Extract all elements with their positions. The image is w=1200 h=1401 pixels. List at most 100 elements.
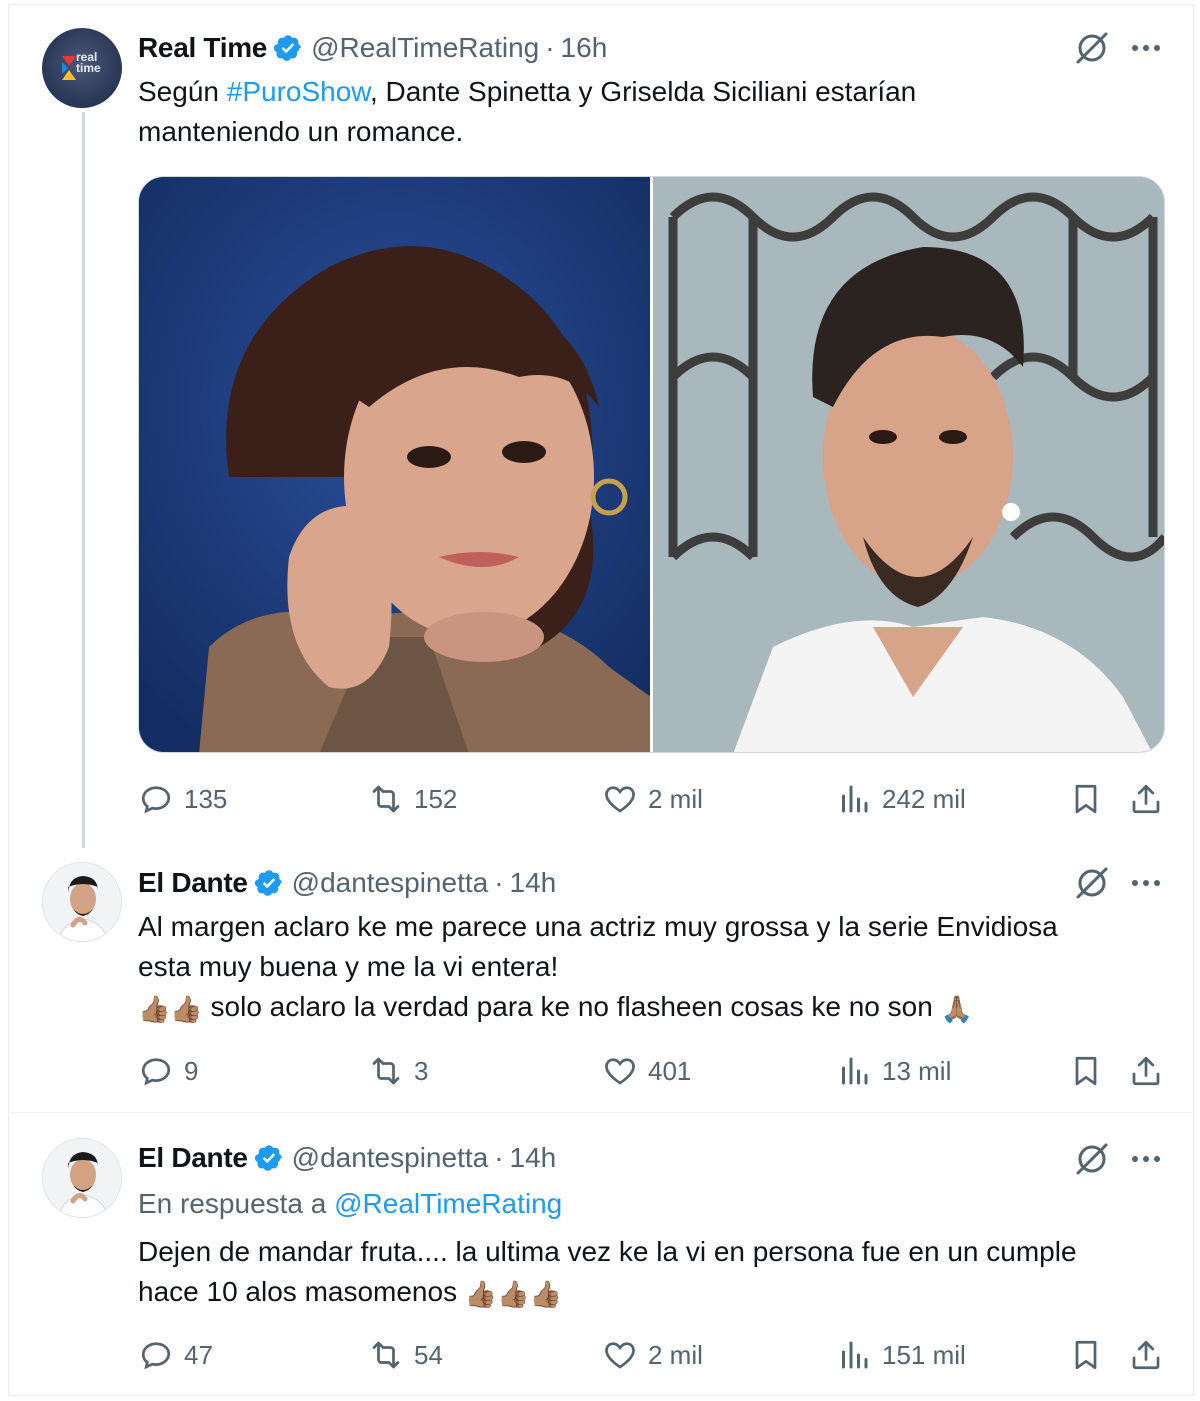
realtime-logo-icon [62,56,76,80]
thumbs-up-icon: 👍🏽 [138,994,171,1024]
reply-button[interactable]: 47 [138,1333,213,1377]
grok-icon[interactable] [1072,1139,1112,1179]
reply-icon [141,786,171,814]
hashtag-link[interactable]: #PuroShow [227,76,370,107]
separator-dot: · [494,1142,504,1173]
tweet-text: Al margen aclaro ke me parece una actriz… [138,907,1168,1029]
tweet-actions: 9 3 401 13 mil [0,1049,1200,1093]
views-count: 242 mil [882,783,966,814]
retweet-button[interactable]: 3 [368,1049,428,1093]
author-name[interactable]: El Dante [138,1142,248,1174]
views-button[interactable]: 151 mil [836,1333,966,1377]
reply-count: 135 [184,783,228,814]
views-icon [842,1341,868,1369]
reply-to-mention[interactable]: @RealTimeRating [334,1188,562,1219]
tweet-divider [10,1112,1192,1113]
author-handle[interactable]: @dantespinetta [292,1142,489,1174]
reply-to-label: En respuesta a [138,1188,335,1219]
bookmark-icon[interactable] [1068,781,1104,817]
photo-man[interactable] [653,177,1164,752]
grok-icon[interactable] [1072,28,1112,68]
tweet-media[interactable] [138,176,1165,753]
tweet-text-line-3: 👍🏽👍🏽 solo aclaro la verdad para ke no fl… [138,987,1168,1029]
woman-portrait-illustration [139,177,650,752]
reply-icon [141,1058,171,1086]
more-icon[interactable] [1126,863,1166,903]
like-icon [605,1342,635,1369]
tweet-actions: 47 54 2 mil 151 mil [0,1333,1200,1377]
reply-button[interactable]: 9 [138,1049,198,1093]
views-button[interactable]: 242 mil [836,777,966,821]
timestamp[interactable]: 14h [510,1142,557,1174]
retweet-count: 152 [414,783,458,814]
text-fragment: solo aclaro la verdad para ke no flashee… [210,991,933,1022]
folded-hands-icon: 🙏🏽 [940,994,973,1024]
like-icon [605,1058,635,1085]
views-icon [842,1057,868,1085]
reply-context: En respuesta a @RealTimeRating [138,1184,1168,1224]
tweet-header: El Dante @dantespinetta · 14h [138,1138,556,1178]
separator-dot: · [545,32,555,63]
avatar[interactable] [42,1138,122,1218]
tweet-text-line-1: Dejen de mandar fruta.... la ultima vez … [138,1236,1077,1267]
photo-woman[interactable] [139,177,650,752]
bookmark-icon[interactable] [1068,1337,1104,1373]
reply-icon [141,1342,171,1370]
text-fragment: Según [138,76,227,107]
more-icon[interactable] [1126,28,1166,68]
text-fragment: , Dante Spinetta y Griselda Siciliani es… [369,76,917,107]
retweet-button[interactable]: 54 [368,1333,443,1377]
thumbs-up-icon: 👍🏽 [497,1279,530,1309]
retweet-count: 3 [414,1055,429,1086]
share-icon[interactable] [1128,1337,1164,1373]
thumbs-up-icon: 👍🏽 [170,994,203,1024]
dante-avatar-illustration [43,1139,121,1217]
retweet-button[interactable]: 152 [368,777,457,821]
avatar[interactable] [42,862,122,942]
like-button[interactable]: 401 [602,1049,691,1093]
tweet-text-line-2: esta muy buena y me la vi entera! [138,951,559,982]
share-icon[interactable] [1128,781,1164,817]
reply-count: 9 [184,1055,199,1086]
like-count: 2 mil [648,783,703,814]
more-icon[interactable] [1126,1139,1166,1179]
thumbs-up-icon: 👍🏽 [464,1279,498,1309]
dante-avatar-illustration [43,863,121,941]
bookmark-icon[interactable] [1068,1053,1104,1089]
reply-button[interactable]: 135 [138,777,227,821]
like-icon [605,786,635,813]
verified-badge-icon [274,35,301,61]
share-icon[interactable] [1128,1053,1164,1089]
verified-badge-icon [254,1145,282,1171]
like-button[interactable]: 2 mil [602,1333,703,1377]
thread-connector-line [82,112,85,848]
tweet-text-line-1: Según #PuroShow, Dante Spinetta y Grisel… [138,72,1168,112]
views-icon [842,785,868,813]
author-name[interactable]: Real Time [138,32,267,64]
retweet-icon [372,1057,400,1085]
like-count: 2 mil [648,1339,703,1370]
views-count: 151 mil [882,1339,966,1370]
views-button[interactable]: 13 mil [836,1049,951,1093]
like-button[interactable]: 2 mil [602,777,703,821]
like-count: 401 [648,1055,692,1086]
tweet-text-line-1: Al margen aclaro ke me parece una actriz… [138,911,1058,942]
text-fragment: hace 10 alos masomenos [138,1276,458,1307]
author-handle[interactable]: @dantespinetta [292,867,489,899]
views-count: 13 mil [882,1055,952,1086]
author-handle[interactable]: @RealTimeRating [311,32,539,64]
tweet-text-line-2: manteniendo un romance. [138,116,464,147]
avatar-logo-text: real time [76,50,101,75]
retweet-count: 54 [414,1339,443,1370]
tweet-actions: 135 152 2 mil 242 mil [0,777,1200,821]
separator-dot: · [494,867,504,898]
man-portrait-illustration [653,177,1164,752]
reply-count: 47 [184,1339,213,1370]
grok-icon[interactable] [1072,863,1112,903]
timestamp[interactable]: 16h [561,32,608,64]
verified-badge-icon [254,870,282,896]
author-name[interactable]: El Dante [138,867,248,899]
avatar[interactable]: real time [42,28,122,108]
timestamp[interactable]: 14h [510,867,557,899]
tweet-text-line-2: hace 10 alos masomenos 👍🏽👍🏽👍🏽 [138,1272,1168,1314]
